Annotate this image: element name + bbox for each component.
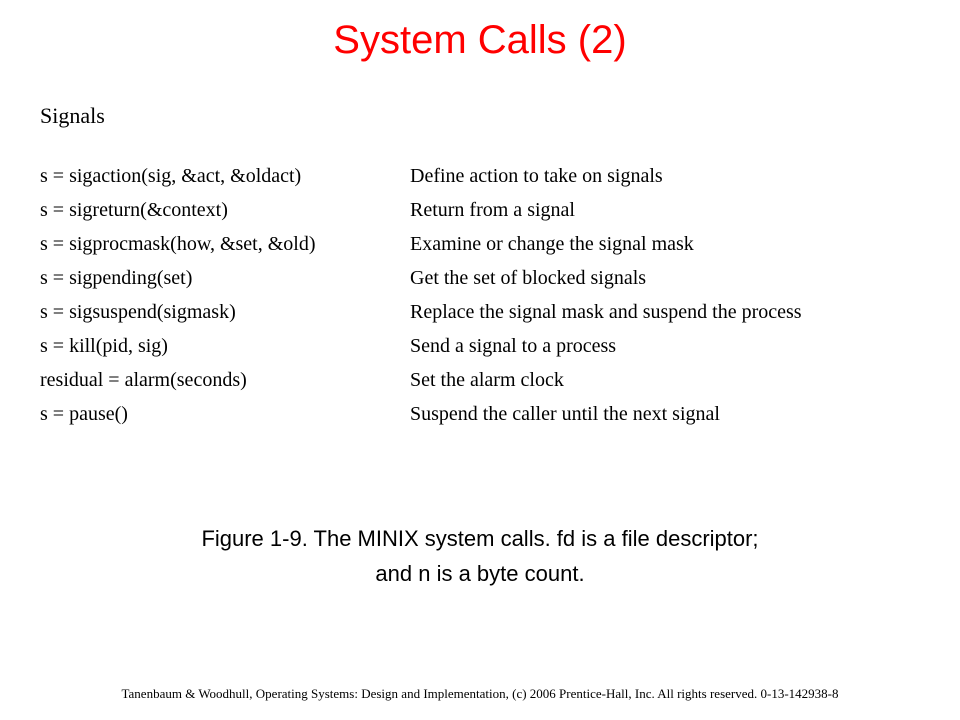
table-row: s = sigpending(set) Get the set of block… [40, 261, 960, 295]
syscall-call: s = sigpending(set) [40, 261, 410, 295]
table-row: s = sigsuspend(sigmask) Replace the sign… [40, 295, 960, 329]
table-row: s = sigprocmask(how, &set, &old) Examine… [40, 227, 960, 261]
table-row: s = sigreturn(&context) Return from a si… [40, 193, 960, 227]
syscall-call: s = sigaction(sig, &act, &oldact) [40, 159, 410, 193]
syscall-desc: Set the alarm clock [410, 363, 960, 397]
syscall-call: s = sigsuspend(sigmask) [40, 295, 410, 329]
syscall-call: s = pause() [40, 397, 410, 431]
figure-caption: Figure 1-9. The MINIX system calls. fd i… [0, 521, 960, 591]
syscall-call: residual = alarm(seconds) [40, 363, 410, 397]
syscall-desc: Examine or change the signal mask [410, 227, 960, 261]
syscall-call: s = kill(pid, sig) [40, 329, 410, 363]
syscall-table: s = sigaction(sig, &act, &oldact) Define… [0, 159, 960, 431]
caption-line: Figure 1-9. The MINIX system calls. fd i… [60, 521, 900, 556]
syscall-desc: Suspend the caller until the next signal [410, 397, 960, 431]
syscall-desc: Define action to take on signals [410, 159, 960, 193]
syscall-call: s = sigprocmask(how, &set, &old) [40, 227, 410, 261]
table-row: s = sigaction(sig, &act, &oldact) Define… [40, 159, 960, 193]
syscall-desc: Get the set of blocked signals [410, 261, 960, 295]
syscall-call: s = sigreturn(&context) [40, 193, 410, 227]
caption-line: and n is a byte count. [60, 556, 900, 591]
section-label: Signals [0, 103, 960, 159]
table-row: s = pause() Suspend the caller until the… [40, 397, 960, 431]
syscall-desc: Replace the signal mask and suspend the … [410, 295, 960, 329]
syscall-desc: Send a signal to a process [410, 329, 960, 363]
syscall-desc: Return from a signal [410, 193, 960, 227]
table-row: s = kill(pid, sig) Send a signal to a pr… [40, 329, 960, 363]
slide-title: System Calls (2) [0, 0, 960, 103]
footer-copyright: Tanenbaum & Woodhull, Operating Systems:… [0, 686, 960, 702]
table-row: residual = alarm(seconds) Set the alarm … [40, 363, 960, 397]
